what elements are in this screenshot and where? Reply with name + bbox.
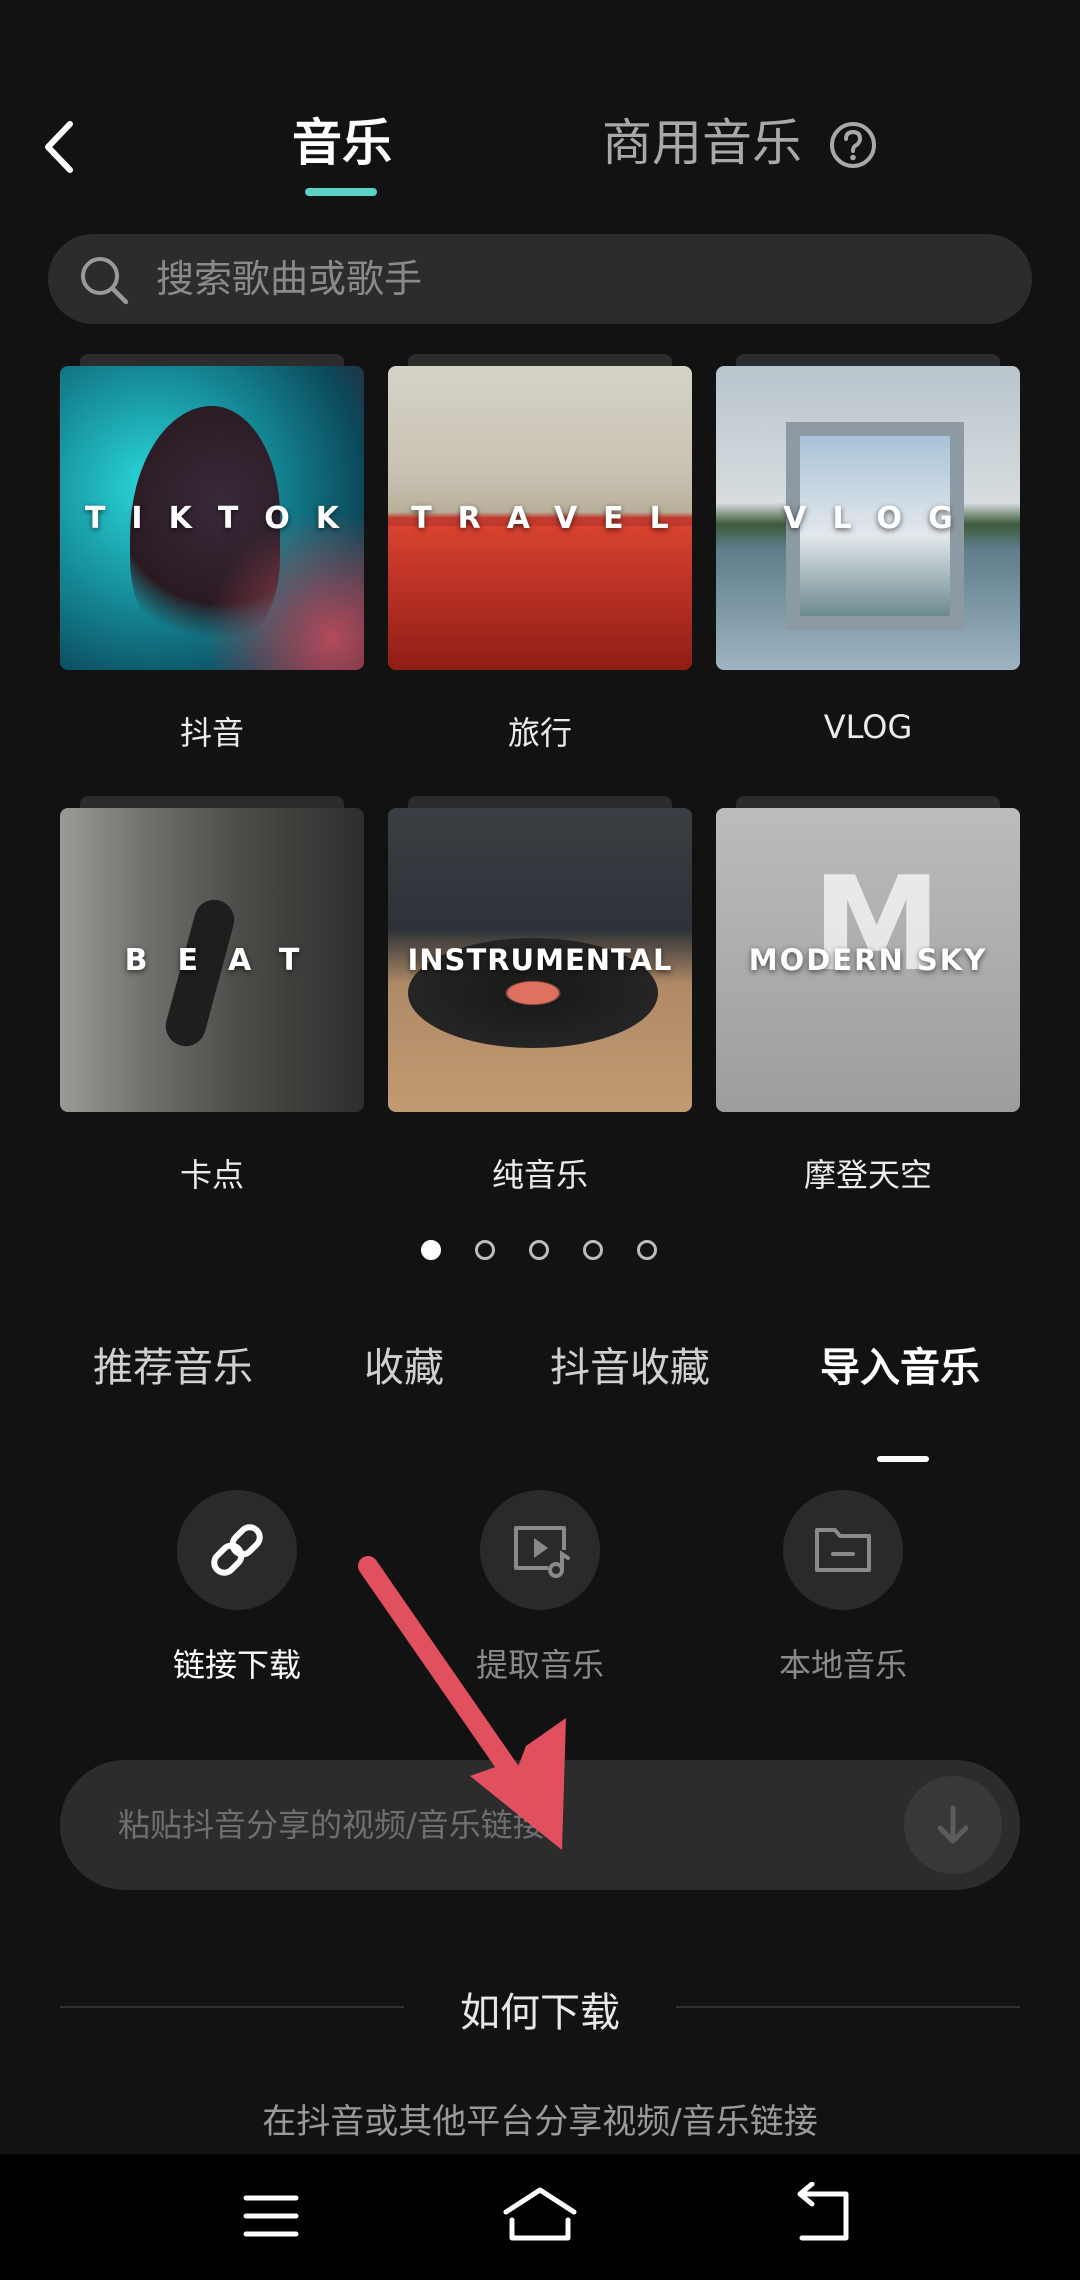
playlist-cover: TRAVEL bbox=[388, 366, 692, 670]
playlist-cover: VLOG bbox=[716, 366, 1020, 670]
return-icon bbox=[797, 2181, 849, 2241]
playlist-cover: INSTRUMENTAL bbox=[388, 808, 692, 1112]
howto-description: 在抖音或其他平台分享视频/音乐链接 bbox=[262, 2102, 818, 2142]
playlist-title: 摩登天空 bbox=[803, 1156, 932, 1194]
playlist-cover: BEAT bbox=[60, 808, 364, 1112]
link-input[interactable] bbox=[118, 1760, 918, 1890]
playlist-title: 卡点 bbox=[179, 1156, 244, 1194]
menu-icon bbox=[243, 2195, 299, 2237]
nav-menu-button[interactable] bbox=[232, 2182, 312, 2252]
cover-label: INSTRUMENTAL bbox=[407, 943, 673, 977]
music-screen: 音乐 商用音乐 TIKTOK 抖音 TRAVEL 旅行 VLOG bbox=[0, 0, 1080, 2280]
page-dot-1[interactable] bbox=[421, 1240, 441, 1260]
tab-music-indicator bbox=[305, 188, 377, 196]
tab-music[interactable]: 音乐 bbox=[292, 108, 392, 178]
tab-commercial-music[interactable]: 商用音乐 bbox=[602, 108, 802, 178]
tab-recommended[interactable]: 推荐音乐 bbox=[93, 1340, 253, 1396]
tab-favorites[interactable]: 收藏 bbox=[364, 1340, 444, 1396]
back-button[interactable] bbox=[40, 112, 90, 182]
system-nav-bar bbox=[0, 2154, 1080, 2280]
playlist-title: 旅行 bbox=[507, 714, 572, 752]
download-button[interactable] bbox=[904, 1776, 1002, 1874]
nav-back-button[interactable] bbox=[782, 2181, 862, 2252]
home-icon bbox=[503, 2187, 577, 2241]
howto-title: 如何下载 bbox=[460, 1990, 620, 2036]
playlist-title: 纯音乐 bbox=[491, 1156, 588, 1194]
divider-right bbox=[676, 2006, 1020, 2008]
tab-douyin-favorites[interactable]: 抖音收藏 bbox=[550, 1340, 710, 1396]
playlist-title: VLOG bbox=[823, 708, 913, 746]
nav-home-button[interactable] bbox=[500, 2182, 580, 2252]
search-input[interactable] bbox=[156, 234, 996, 324]
playlist-title: 抖音 bbox=[179, 714, 244, 752]
question-circle-icon bbox=[830, 122, 876, 168]
action-circle bbox=[177, 1490, 297, 1610]
link-icon bbox=[211, 1524, 263, 1576]
page-dot-5[interactable] bbox=[637, 1240, 657, 1260]
video-music-icon bbox=[514, 1526, 570, 1578]
chevron-left-icon bbox=[45, 121, 73, 173]
action-label: 本地音乐 bbox=[778, 1646, 907, 1684]
action-circle bbox=[783, 1490, 903, 1610]
cover-label: MODERN SKY bbox=[748, 943, 988, 977]
link-input-box[interactable] bbox=[60, 1760, 1020, 1890]
arrow-down-icon bbox=[937, 1805, 969, 1844]
page-dot-4[interactable] bbox=[583, 1240, 603, 1260]
folder-icon bbox=[815, 1528, 871, 1572]
playlist-cover: MODERN SKY bbox=[716, 808, 1020, 1112]
search-bar[interactable] bbox=[48, 234, 1032, 324]
playlist-cover: TIKTOK bbox=[60, 366, 364, 670]
page-dot-3[interactable] bbox=[529, 1240, 549, 1260]
page-dot-2[interactable] bbox=[475, 1240, 495, 1260]
cover-label: TIKTOK bbox=[84, 500, 364, 536]
tab-import-music[interactable]: 导入音乐 bbox=[820, 1340, 980, 1396]
tab-import-indicator bbox=[877, 1456, 929, 1462]
help-button[interactable] bbox=[828, 120, 878, 170]
search-icon bbox=[81, 257, 129, 305]
cover-label: BEAT bbox=[124, 942, 330, 978]
cover-label: VLOG bbox=[783, 500, 979, 536]
action-label: 链接下载 bbox=[172, 1646, 301, 1684]
action-label: 提取音乐 bbox=[475, 1646, 604, 1684]
action-circle bbox=[480, 1490, 600, 1610]
cover-label: TRAVEL bbox=[411, 500, 692, 536]
